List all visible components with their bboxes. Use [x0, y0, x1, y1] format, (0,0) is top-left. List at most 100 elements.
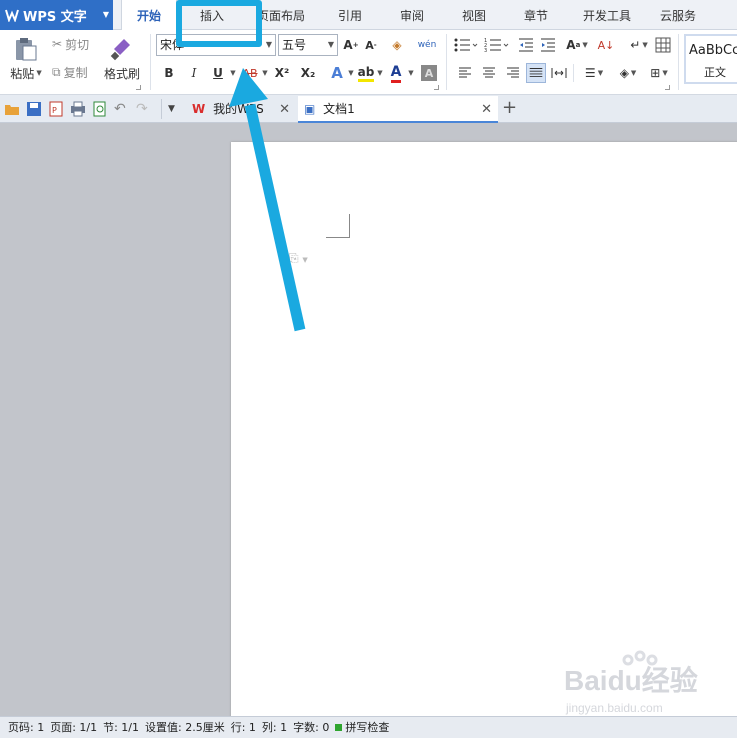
style-preview: AaBbCc — [689, 43, 737, 58]
subscript-button[interactable]: X₂ — [298, 64, 318, 82]
status-col: 列: 1 — [261, 721, 288, 734]
tab-references[interactable]: 引用 — [326, 0, 374, 30]
decrease-indent-icon[interactable] — [518, 37, 534, 53]
divider — [573, 64, 574, 82]
change-case-icon[interactable]: Aa ▼ — [563, 35, 591, 55]
print-preview-icon[interactable] — [92, 101, 108, 117]
status-words[interactable]: 字数: 0 — [293, 717, 329, 738]
sort-icon[interactable]: A↓ — [597, 35, 615, 55]
customize-toolbar-icon[interactable]: ▼ — [168, 101, 184, 117]
print-icon[interactable] — [70, 101, 86, 117]
chevron-down-icon[interactable]: ▼ — [375, 66, 383, 80]
svg-text:3: 3 — [484, 48, 487, 53]
align-right-icon[interactable] — [506, 66, 520, 80]
new-tab-icon[interactable]: + — [502, 97, 520, 119]
doc-tab-document1[interactable]: ▣ 文档1 ✕ — [298, 96, 498, 123]
paste-button[interactable]: 粘贴 ▼ — [8, 64, 44, 82]
cut-label: 剪切 — [65, 37, 90, 52]
close-icon[interactable]: ✕ — [279, 96, 290, 123]
underline-button[interactable]: U — [208, 64, 228, 82]
scissors-icon: ✂ — [52, 37, 63, 51]
document-page[interactable]: ⎘ ▼ — [231, 142, 737, 716]
table-icon[interactable] — [655, 37, 671, 53]
menu-bar: WPS 文字 ▼ 开始 插入 页面布局 引用 审阅 视图 章节 开发工具 云服务 — [0, 0, 737, 31]
annotation-highlight-box — [176, 0, 262, 47]
justify-icon[interactable] — [526, 63, 546, 83]
pinyin-guide-icon[interactable]: wén — [414, 34, 440, 56]
font-color-icon[interactable]: A — [387, 63, 405, 83]
highlight-icon[interactable]: ab — [357, 64, 375, 82]
wps-logo-icon: W — [192, 102, 206, 116]
bold-button[interactable]: B — [160, 64, 178, 82]
align-center-icon[interactable] — [482, 66, 496, 80]
status-spell-check[interactable]: 拼写检查 — [335, 717, 395, 738]
line-spacing-icon[interactable]: ☰ ▼ — [580, 64, 608, 82]
app-title: WPS 文字 — [23, 9, 87, 25]
format-painter-icon[interactable] — [110, 35, 134, 61]
distribute-icon[interactable] — [551, 66, 567, 80]
redo-icon[interactable]: ↷ — [136, 101, 152, 117]
tab-cloud[interactable]: 云服务 — [650, 0, 706, 30]
paragraph-group-launcher[interactable] — [665, 85, 670, 90]
watermark-url: jingyan.baidu.com — [565, 701, 663, 715]
show-marks-icon[interactable]: ↵ ▼ — [626, 35, 652, 55]
superscript-button[interactable]: X² — [272, 64, 292, 82]
copy-button[interactable]: ⧉ 复制 — [52, 63, 100, 81]
baidu-watermark: Baidu经验 jingyan.baidu.com — [564, 650, 698, 715]
svg-text:P: P — [52, 106, 57, 115]
strikethrough-button[interactable]: AB — [240, 64, 260, 82]
tab-review[interactable]: 审阅 — [388, 0, 436, 30]
format-painter-button[interactable]: 格式刷 — [102, 64, 142, 82]
increase-indent-icon[interactable] — [540, 37, 556, 53]
status-row: 行: 1 — [230, 721, 256, 734]
quick-access-toolbar: P ↶ ↷ ▼ W 我的WPS ✕ ▣ 文档1 ✕ + — [0, 95, 737, 123]
bullet-list-icon[interactable] — [454, 37, 478, 53]
divider — [446, 34, 447, 90]
save-icon[interactable] — [26, 101, 42, 117]
clear-format-icon[interactable]: ◈ — [388, 36, 406, 54]
copy-label: 复制 — [63, 65, 88, 80]
chevron-down-icon: ▼ — [265, 40, 272, 49]
char-shading-icon[interactable]: A — [421, 65, 437, 81]
open-folder-icon[interactable] — [4, 101, 20, 117]
chevron-down-icon: ▼ — [102, 10, 109, 19]
chevron-down-icon[interactable]: ▼ — [260, 66, 268, 80]
tab-view[interactable]: 视图 — [450, 0, 498, 30]
tab-chapter[interactable]: 章节 — [512, 0, 560, 30]
chevron-down-icon[interactable]: ▼ — [346, 66, 354, 80]
font-size-combo[interactable]: 五号 ▼ — [278, 34, 338, 56]
tab-home[interactable]: 开始 — [121, 0, 177, 31]
align-left-icon[interactable] — [458, 66, 472, 80]
shrink-font-button[interactable]: A- — [363, 36, 379, 54]
doc-tab-label: 文档1 — [323, 102, 355, 116]
grow-font-button[interactable]: A + — [343, 36, 359, 54]
numbered-list-icon[interactable]: 123 — [484, 37, 510, 53]
style-gallery-normal[interactable]: AaBbCc 正文 — [684, 34, 737, 84]
spell-indicator-icon — [335, 724, 343, 731]
paste-options-icon[interactable]: ⎘ ▼ — [289, 251, 308, 266]
clipboard-group-launcher[interactable] — [136, 85, 141, 90]
tab-developer[interactable]: 开发工具 — [574, 0, 640, 30]
border-icon[interactable]: ⊞ ▼ — [645, 64, 673, 82]
chevron-down-icon[interactable]: ▼ — [228, 66, 236, 80]
status-setting: 设置值: 2.5厘米 — [145, 721, 225, 734]
italic-button[interactable]: I — [185, 64, 203, 82]
chevron-down-icon[interactable]: ▼ — [406, 66, 414, 80]
close-icon[interactable]: ✕ — [481, 96, 492, 123]
status-section: 节: 1/1 — [103, 721, 140, 734]
app-menu-button[interactable]: WPS 文字 ▼ — [0, 0, 113, 30]
export-pdf-icon[interactable]: P — [48, 101, 64, 117]
paste-label: 粘贴 — [10, 66, 35, 81]
divider — [678, 34, 679, 90]
doc-tab-my-wps[interactable]: W 我的WPS ✕ — [186, 96, 296, 123]
cut-button[interactable]: ✂ 剪切 — [52, 35, 100, 53]
shading-icon[interactable]: ◈ ▼ — [614, 64, 642, 82]
watermark-brand: Baidu经验 — [564, 664, 698, 696]
paste-icon[interactable] — [13, 36, 39, 62]
undo-icon[interactable]: ↶ — [114, 101, 130, 117]
document-canvas[interactable]: ⎘ ▼ — [0, 123, 737, 716]
font-size-value: 五号 — [282, 38, 307, 52]
font-group-launcher[interactable] — [434, 85, 439, 90]
text-effect-icon[interactable]: A — [328, 64, 346, 82]
doc-tab-label: 我的WPS — [213, 102, 264, 116]
